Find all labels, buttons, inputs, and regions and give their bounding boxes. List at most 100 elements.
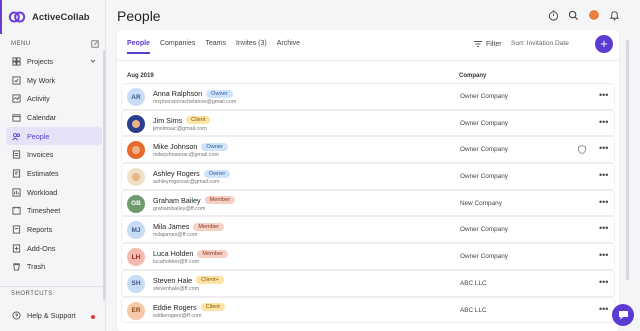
- avatar[interactable]: [127, 114, 145, 133]
- table-row[interactable]: MJ Mila James Member milajames@ff.com Owner …: [121, 216, 615, 244]
- avatar[interactable]: MJ: [127, 221, 145, 240]
- chat-icon: [618, 311, 628, 320]
- table-row[interactable]: Mike Johnson Owner mikejohnsonac@gmail.com…: [121, 136, 615, 164]
- table-row[interactable]: Jim Sims Client jimsimsac@gmail.com Owner C…: [121, 109, 615, 137]
- filter-button[interactable]: Filter: [474, 40, 502, 48]
- person-email: jimsimsac@gmail.com: [153, 125, 207, 132]
- person-email: mcphersonrachelanne@gmail.com: [153, 99, 237, 105]
- sidebar-item-my-work[interactable]: My Work: [6, 71, 102, 90]
- tab-archive[interactable]: Archive: [277, 40, 300, 54]
- avatar[interactable]: ER: [127, 301, 145, 320]
- help-support-link[interactable]: Help & Support: [12, 311, 76, 320]
- person-name[interactable]: Mila James: [153, 222, 189, 231]
- name-line: Mike Johnson Owner: [153, 142, 228, 151]
- name-line: Ashley Rogers Owner: [153, 169, 231, 178]
- sidebar-item-add-ons[interactable]: Add-Ons: [6, 239, 102, 258]
- avatar-photo: [132, 173, 140, 182]
- edit-icon[interactable]: [91, 40, 99, 48]
- more-options-icon[interactable]: •••: [599, 304, 608, 314]
- sidebar-item-trash[interactable]: Trash: [6, 258, 102, 277]
- sidebar-item-label: Add-Ons: [27, 243, 56, 253]
- more-options-icon[interactable]: •••: [599, 171, 608, 180]
- tab-invites[interactable]: Invites (3): [236, 40, 267, 54]
- help-icon: [12, 311, 21, 320]
- table-row[interactable]: Ashley Rogers Owner ashleyrogersac@gmail.c…: [121, 163, 615, 190]
- avatar[interactable]: [127, 168, 145, 187]
- sidebar-item-workload[interactable]: Workload: [6, 183, 102, 202]
- bell-icon[interactable]: [609, 10, 620, 21]
- company-column-header: Company: [459, 73, 487, 79]
- add-person-button[interactable]: +: [595, 35, 613, 53]
- people-list: AR Anna Ralphson Owner mcphersonrachelanne@…: [121, 83, 615, 324]
- sidebar-item-reports[interactable]: Reports: [6, 220, 102, 239]
- person-email: grahambailey@ff.com: [153, 205, 206, 212]
- table-row[interactable]: SH Steven Hale Client+ stevenhale@ff.com ABC…: [121, 269, 615, 297]
- sidebar-item-people[interactable]: People: [6, 126, 102, 146]
- avatar[interactable]: SH: [127, 274, 145, 293]
- sidebar: ActiveCollab MENU Projects My Work Activ…: [0, 0, 106, 331]
- brand[interactable]: ActiveCollab: [8, 8, 90, 26]
- person-name[interactable]: Mike Johnson: [153, 142, 197, 151]
- more-options-icon[interactable]: •••: [599, 144, 608, 153]
- tab-bar: People Companies Teams Invites (3) Archi…: [127, 40, 300, 54]
- role-badge: Member: [204, 196, 236, 205]
- role-badge: Client: [200, 303, 225, 311]
- shield-icon: [578, 145, 586, 155]
- sidebar-item-estimates[interactable]: Estimates: [6, 164, 102, 183]
- user-avatar[interactable]: [588, 9, 600, 21]
- more-options-icon[interactable]: •••: [599, 117, 608, 127]
- avatar[interactable]: LH: [127, 248, 145, 267]
- sidebar-scrollbar[interactable]: [103, 50, 106, 300]
- person-email: stevenhale@ff.com: [153, 285, 200, 292]
- sidebar-item-label: Workload: [27, 187, 58, 197]
- tab-companies[interactable]: Companies: [160, 40, 195, 54]
- sort-dropdown[interactable]: Sort: Invitation Date: [511, 40, 569, 47]
- sidebar-item-activity[interactable]: Activity: [6, 89, 102, 108]
- addons-icon: [12, 244, 21, 253]
- person-name[interactable]: Eddie Rogers: [153, 303, 197, 312]
- more-options-icon[interactable]: •••: [599, 251, 608, 260]
- more-options-icon[interactable]: •••: [599, 91, 608, 100]
- person-name[interactable]: Graham Bailey: [153, 196, 201, 205]
- avatar[interactable]: AR: [127, 88, 145, 106]
- role-badge: Owner: [206, 89, 233, 98]
- avatar[interactable]: [127, 141, 145, 160]
- company-cell: Owner Company: [460, 253, 508, 261]
- projects-icon: [12, 57, 21, 66]
- role-badge: Client: [186, 116, 211, 125]
- sidebar-item-label: Trash: [27, 262, 46, 272]
- more-options-icon[interactable]: •••: [599, 197, 608, 207]
- sidebar-item-label: Invoices: [27, 150, 54, 160]
- tab-people[interactable]: People: [127, 40, 150, 54]
- person-name[interactable]: Steven Hale: [153, 276, 192, 285]
- tab-teams[interactable]: Teams: [205, 40, 226, 54]
- chat-button[interactable]: [612, 304, 634, 326]
- table-row[interactable]: LH Luca Holden Member lucaholden@ff.com Owne…: [121, 243, 615, 270]
- chevron-down-icon[interactable]: [90, 58, 96, 64]
- page-title: People: [117, 8, 161, 24]
- main-scrollbar[interactable]: [626, 40, 629, 280]
- table-row[interactable]: ER Eddie Rogers Client eddierogers@ff.com AB…: [121, 296, 615, 324]
- avatar-photo: [132, 119, 140, 128]
- sidebar-item-label: Calendar: [27, 112, 57, 122]
- timer-icon[interactable]: [548, 9, 559, 21]
- top-bar-icons: [548, 9, 620, 21]
- table-row[interactable]: GB Graham Bailey Member grahambailey@ff.com…: [121, 189, 615, 217]
- person-name[interactable]: Jim Sims: [153, 116, 182, 125]
- search-icon[interactable]: [568, 10, 579, 21]
- avatar-photo: [132, 146, 140, 155]
- more-options-icon[interactable]: •••: [599, 224, 608, 233]
- sidebar-item-projects[interactable]: Projects: [6, 52, 102, 71]
- table-row[interactable]: AR Anna Ralphson Owner mcphersonrachelanne@…: [121, 83, 615, 110]
- more-options-icon[interactable]: •••: [599, 277, 608, 287]
- avatar[interactable]: GB: [127, 194, 145, 213]
- company-cell: Owner Company: [460, 119, 508, 127]
- person-name[interactable]: Anna Ralphson: [153, 89, 202, 98]
- sidebar-item-timesheet[interactable]: Timesheet: [6, 202, 102, 221]
- person-name[interactable]: Ashley Rogers: [153, 169, 200, 178]
- sidebar-item-invoices[interactable]: Invoices: [6, 145, 102, 164]
- trash-icon: [13, 263, 20, 271]
- person-name[interactable]: Luca Holden: [153, 249, 193, 258]
- sidebar-item-calendar[interactable]: Calendar: [6, 108, 102, 127]
- company-cell: Owner Company: [460, 173, 508, 181]
